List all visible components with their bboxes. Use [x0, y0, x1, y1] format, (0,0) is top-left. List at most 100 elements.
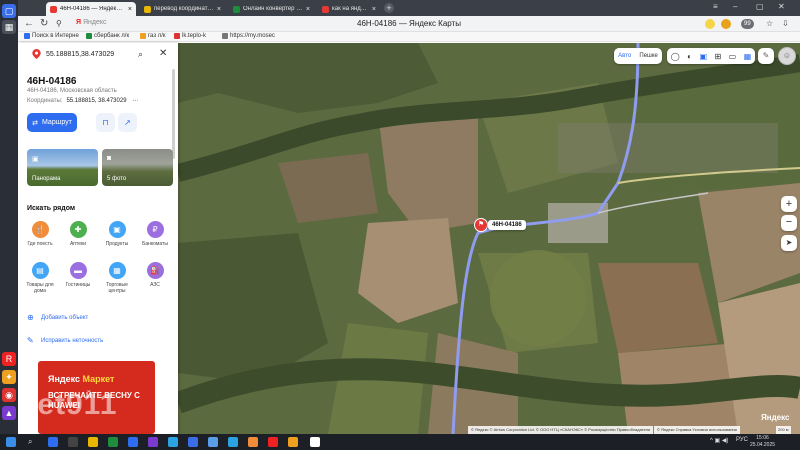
map-footer-links[interactable]: © Яндекс Справка Условия использования	[654, 426, 740, 434]
ad-brand-market: Маркет	[82, 374, 115, 384]
taskbar-app-icon[interactable]	[268, 437, 278, 447]
dock-app-icon[interactable]: R	[2, 352, 16, 366]
mode-walk-button[interactable]: Пешке	[639, 53, 658, 59]
map-marker-label[interactable]: 46Н-04186	[488, 220, 526, 230]
taskbar-app-icon[interactable]	[208, 437, 218, 447]
vlc-icon[interactable]	[248, 437, 258, 447]
locate-me-icon[interactable]: ➤	[781, 235, 797, 251]
layers-icon[interactable]: ◐	[687, 52, 692, 61]
nearby-home-goods[interactable]: ▤ Товары для дома	[22, 262, 58, 294]
extension-badge[interactable]: 99	[741, 19, 754, 29]
yandex-browser-icon[interactable]	[310, 437, 320, 447]
food-icon: 🍴	[31, 221, 49, 238]
telegram-icon[interactable]	[168, 437, 178, 447]
map-copyright: © Яндекс © Airbus Corporation Ltd. © ООО…	[468, 426, 654, 434]
new-tab-button[interactable]: +	[384, 3, 394, 13]
language-indicator[interactable]: РУС	[736, 437, 748, 443]
minimize-icon[interactable]: –	[733, 2, 737, 11]
ruler-icon[interactable]: ✎	[758, 48, 774, 64]
dock-app-icon[interactable]: ▲	[2, 406, 16, 420]
fix-error-label: Исправить неточность	[41, 338, 104, 344]
nearby-gas[interactable]: ⛽ АЗС	[137, 262, 173, 288]
download-icon[interactable]: ⇩	[782, 18, 789, 30]
tab-how-yandex-maps[interactable]: как на яндекс картах на ×	[318, 2, 380, 16]
bookmark-button[interactable]: ⊓	[96, 113, 115, 132]
fuel-icon: ⛽	[146, 262, 164, 279]
zoom-out-button[interactable]: −	[781, 215, 797, 231]
viber-icon[interactable]	[148, 437, 158, 447]
tab-yandex-maps[interactable]: 46Н-04186 — Яндекс Ка ×	[46, 2, 136, 16]
camera-icon[interactable]: ▣	[699, 52, 707, 61]
close-icon[interactable]: ×	[372, 6, 376, 13]
bookmark-star-icon[interactable]: ☆	[766, 18, 773, 30]
mode-auto-button[interactable]: Авто	[618, 53, 631, 59]
nearby-food[interactable]: 🍴 Где поесть	[22, 221, 58, 247]
bookmark-item[interactable]: lk.teplo-k	[174, 33, 206, 39]
search-icon[interactable]: ⌕	[28, 437, 38, 447]
panel-scrollbar[interactable]	[172, 69, 175, 159]
taskbar-app-icon[interactable]	[188, 437, 198, 447]
nearby-malls[interactable]: ▦ Торговые центры	[99, 262, 135, 294]
close-icon[interactable]: ×	[306, 6, 310, 13]
zoom-in-button[interactable]: +	[781, 196, 797, 212]
taskbar-app-icon[interactable]	[288, 437, 298, 447]
dock-app-icon[interactable]: ◉	[2, 388, 16, 402]
traffic-icon[interactable]: ⊞	[715, 52, 722, 61]
panorama-layer-icon[interactable]: ◯	[671, 52, 680, 61]
bookmark-label: https://my.mosec	[230, 33, 275, 39]
clock[interactable]: 15:06 25.04.2025	[750, 435, 775, 449]
back-icon[interactable]: ←	[24, 18, 34, 30]
hotel-icon: ▬	[69, 262, 87, 279]
bookmark-item[interactable]: Поиск в Интерне	[24, 33, 79, 39]
dock-app-icon[interactable]: ▢	[2, 4, 16, 18]
close-icon[interactable]: ×	[128, 6, 132, 13]
photos-thumbnail[interactable]: ◙ 5 фото	[102, 149, 173, 186]
extension-icon[interactable]	[705, 19, 715, 29]
address-brand[interactable]: Я Яндекс	[76, 19, 107, 26]
search-input[interactable]: 55.188815,38.473029	[46, 51, 114, 58]
start-icon[interactable]	[6, 437, 16, 447]
close-icon[interactable]: ×	[217, 6, 221, 13]
transport-icon[interactable]: ▭	[729, 52, 737, 61]
bookmark-item[interactable]: https://my.mosec	[222, 33, 275, 39]
close-icon[interactable]: ✕	[159, 48, 167, 59]
folder-icon[interactable]	[88, 437, 98, 447]
browser-window: 46Н-04186 — Яндекс Ка × перевод координа…	[18, 0, 800, 434]
share-button[interactable]: ↗	[118, 113, 137, 132]
excel-icon[interactable]	[108, 437, 118, 447]
dock-app-icon[interactable]: ✦	[2, 370, 16, 384]
taskbar-app-icon[interactable]	[228, 437, 238, 447]
more-icon[interactable]: ···	[132, 98, 138, 104]
maximize-icon[interactable]: ▢	[756, 2, 764, 11]
route-button[interactable]: ⇄ Маршрут	[27, 113, 77, 132]
map-marker-icon[interactable]: ⚑	[474, 218, 488, 232]
tray-icons[interactable]: ^ ▣ ◀)	[710, 437, 728, 444]
nearby-groceries[interactable]: ▣ Продукты	[99, 221, 135, 247]
extension-icon[interactable]	[721, 19, 731, 29]
bookmark-item[interactable]: сбербанк л/к	[86, 33, 129, 39]
taskbar-app-icon[interactable]	[128, 437, 138, 447]
place-subtitle: 46Н-04186, Московская область	[27, 88, 117, 94]
nearby-pharmacy[interactable]: ✚ Аптеки	[60, 221, 96, 247]
dock-app-icon[interactable]: ▦	[2, 20, 16, 34]
reload-icon[interactable]: ↻	[40, 18, 48, 30]
word-icon[interactable]	[48, 437, 58, 447]
search-icon[interactable]: ⌕	[138, 49, 143, 60]
taskbar-app-icon[interactable]	[68, 437, 78, 447]
add-object-link[interactable]: ⊕ Добавить объект	[27, 314, 88, 322]
pharmacy-icon: ✚	[69, 221, 87, 238]
window-menu-icon[interactable]: ≡	[713, 2, 718, 11]
satellite-map[interactable]: Авто Пешке ◯ ◐ ▣ ⊞ ▭ ▦ ✎ ☺ + − ➤ ⚑ 46Н-0…	[178, 43, 800, 434]
nearby-hotels[interactable]: ▬ Гостиницы	[60, 262, 96, 288]
tab-coord-translate[interactable]: перевод координат из гр ×	[140, 2, 225, 16]
panorama-thumbnail[interactable]: ▣ Панорама	[27, 149, 98, 186]
lock-icon: ⚲	[56, 19, 62, 28]
tab-geo-converter[interactable]: Онлайн конвертер геогр ×	[229, 2, 314, 16]
close-window-icon[interactable]: ✕	[778, 2, 785, 11]
nearby-atm[interactable]: ₽ Банкоматы	[137, 221, 173, 247]
bookmark-item[interactable]: газ л/к	[140, 33, 166, 39]
avatar[interactable]: ☺	[778, 47, 796, 65]
fix-error-link[interactable]: ✎ Исправить неточность	[27, 337, 103, 345]
coordinates-value[interactable]: 55.188815, 38.473029	[66, 98, 126, 104]
satellite-icon[interactable]: ▦	[744, 52, 752, 61]
